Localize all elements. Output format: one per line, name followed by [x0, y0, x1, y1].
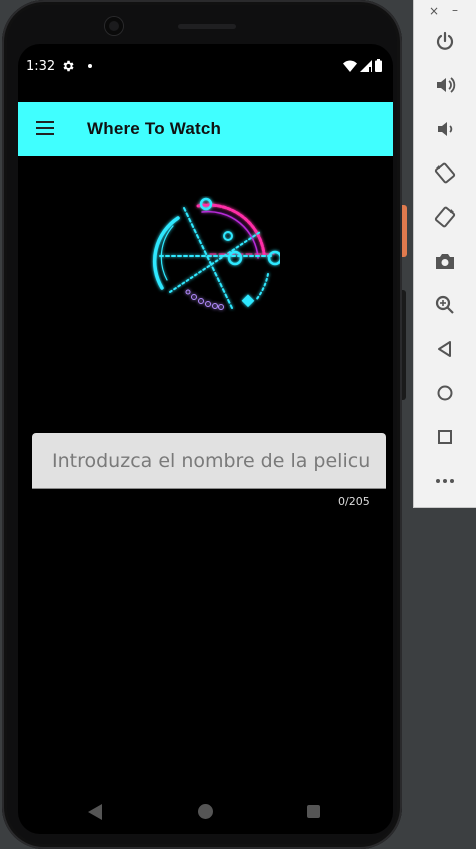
status-bar: 1:32 [18, 44, 393, 90]
volume-down-icon[interactable] [434, 118, 456, 140]
status-time: 1:32 [26, 59, 56, 74]
app-toolbar: Where To Watch [18, 102, 393, 156]
movie-search-field[interactable] [32, 433, 386, 489]
device-screen: 1:32 Where To Watch Introduzca el nombre… [18, 44, 393, 834]
volume-side-button [402, 290, 406, 400]
neon-compass-logo [152, 197, 280, 310]
back-icon[interactable] [434, 338, 456, 360]
power-icon[interactable] [434, 30, 456, 52]
rotate-right-icon[interactable] [434, 206, 456, 228]
phone-frame: 1:32 Where To Watch Introduzca el nombre… [2, 0, 402, 849]
minimize-window-button[interactable]: – [452, 3, 458, 17]
movie-search-input[interactable] [32, 433, 386, 488]
more-icon[interactable] [434, 470, 456, 492]
rotate-left-icon[interactable] [434, 162, 456, 184]
navigation-bar [18, 790, 393, 834]
back-icon[interactable] [88, 804, 102, 820]
zoom-icon[interactable] [434, 294, 456, 316]
character-counter: 0/205 [338, 495, 370, 508]
close-window-button[interactable]: × [429, 4, 439, 18]
front-camera [105, 17, 123, 35]
home-icon[interactable] [198, 804, 213, 819]
battery-icon [375, 59, 382, 72]
recents-icon[interactable] [307, 805, 320, 818]
camera-icon[interactable] [434, 250, 456, 272]
earpiece-speaker [178, 24, 236, 29]
notification-dot-icon [88, 64, 92, 68]
signal-icon [360, 60, 372, 72]
emulator-toolbar: × – [413, 0, 476, 508]
overview-icon[interactable] [434, 426, 456, 448]
power-side-button [402, 205, 407, 257]
volume-up-icon[interactable] [434, 74, 456, 96]
app-title: Where To Watch [87, 119, 222, 138]
wifi-icon [343, 60, 357, 72]
menu-icon[interactable] [36, 121, 54, 135]
gear-icon [63, 60, 74, 72]
home-icon[interactable] [434, 382, 456, 404]
